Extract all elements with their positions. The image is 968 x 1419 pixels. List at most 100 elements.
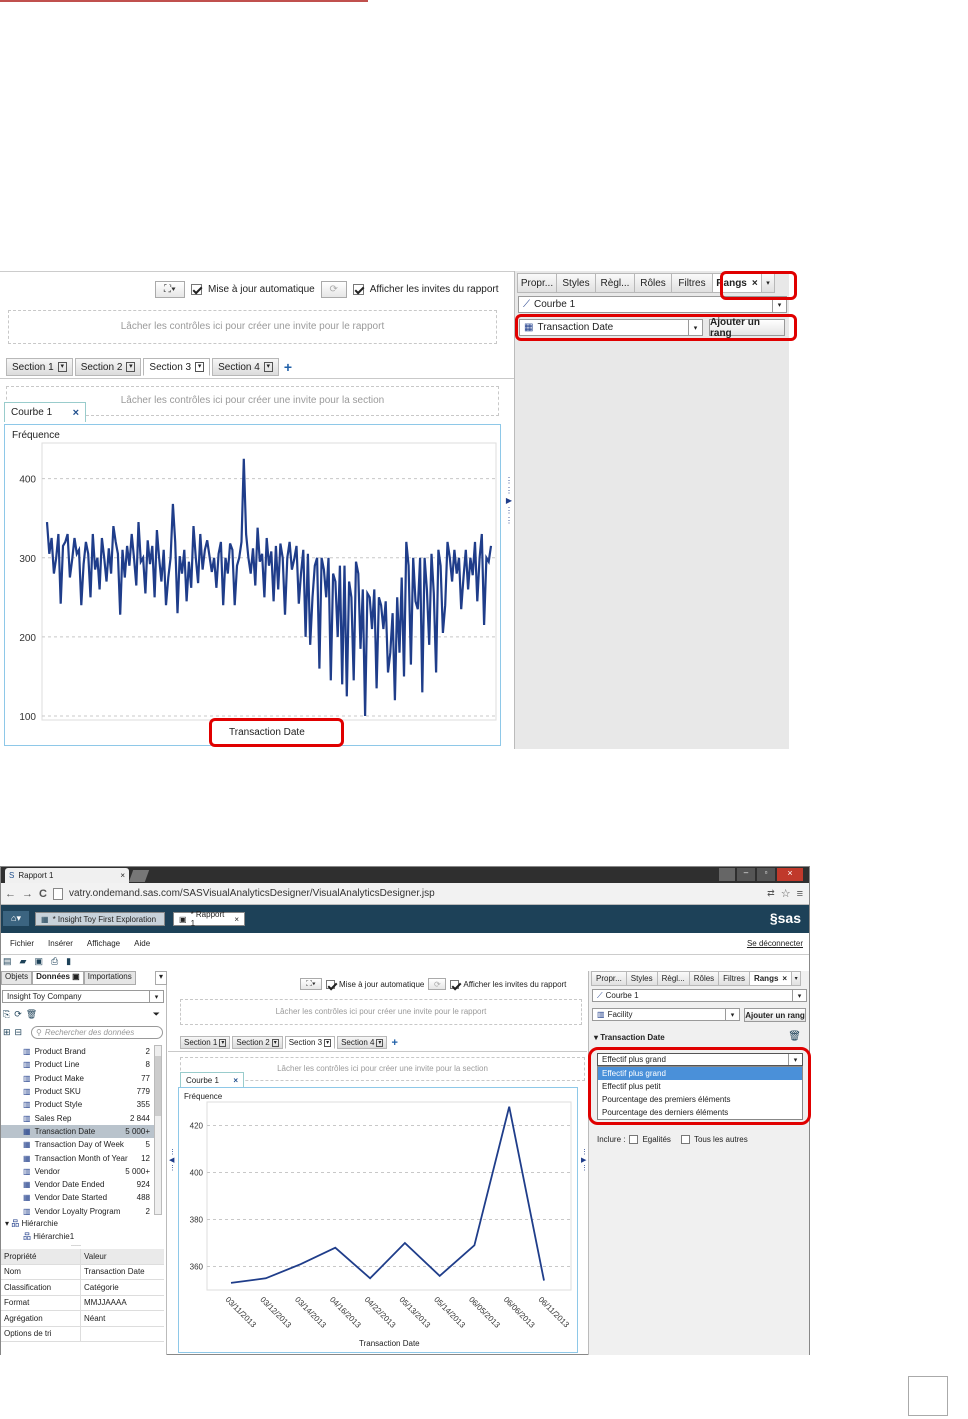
- tab-menu-icon[interactable]: ▾: [195, 362, 205, 372]
- tab-section-2[interactable]: Section 2 ▾: [232, 1036, 283, 1049]
- tab-filters[interactable]: Filtres: [671, 273, 713, 293]
- hierarchy-node[interactable]: ▾ 品 Hiérarchie: [5, 1218, 58, 1229]
- tab-menu-icon[interactable]: ▾: [126, 362, 136, 372]
- add-section-icon[interactable]: +: [391, 1037, 397, 1049]
- star-icon[interactable]: ☆: [781, 887, 791, 900]
- menu-help[interactable]: Aide: [134, 939, 150, 948]
- auto-update-checkbox[interactable]: [191, 283, 202, 295]
- tab-menu-icon[interactable]: ▾: [324, 1038, 332, 1047]
- close-icon[interactable]: ×: [120, 871, 125, 880]
- data-item[interactable]: ▥ Product Style 355: [1, 1098, 154, 1111]
- tab-section-3[interactable]: Section 3 ▾: [284, 1036, 336, 1049]
- tab-section-1[interactable]: Section 1 ▾: [180, 1036, 231, 1049]
- hierarchy-item[interactable]: 品 Hiérarchie1: [23, 1231, 74, 1242]
- tab-menu-icon[interactable]: ▾: [219, 1038, 227, 1047]
- tab-roles[interactable]: Rôles: [688, 971, 720, 986]
- tab-menu-icon[interactable]: ▣: [72, 972, 80, 981]
- tab-menu-icon[interactable]: ▾: [271, 1038, 279, 1047]
- tab-menu-icon[interactable]: ▾: [376, 1038, 384, 1047]
- auto-update-checkbox[interactable]: [326, 979, 335, 989]
- property-value[interactable]: Néant: [81, 1314, 105, 1323]
- filter-icon[interactable]: ⏷: [153, 1009, 160, 1020]
- tab-section-2[interactable]: Section 2 ▾: [74, 358, 142, 376]
- property-value[interactable]: MMJJAAAA: [81, 1298, 127, 1307]
- tab-ranks[interactable]: Rangs ×: [748, 971, 793, 986]
- tab-section-1[interactable]: Section 1 ▾: [6, 358, 73, 376]
- close-icon[interactable]: ×: [234, 915, 239, 924]
- property-value[interactable]: Catégorie: [81, 1283, 119, 1292]
- data-item[interactable]: ▦ Transaction Month of Year 12: [1, 1151, 154, 1164]
- data-item[interactable]: ▥ Product Brand 2: [1, 1045, 154, 1058]
- tab-filters[interactable]: Filtres: [718, 971, 750, 986]
- reload-icon[interactable]: C: [39, 888, 47, 900]
- property-value[interactable]: Transaction Date: [81, 1267, 145, 1276]
- tabs-overflow-button[interactable]: ▾: [791, 971, 802, 986]
- splitter-left[interactable]: ⋮ ◀ ⋮: [169, 1149, 176, 1173]
- delete-icon[interactable]: 🗑: [26, 1009, 37, 1020]
- object-select[interactable]: ⟋ Courbe 1 ▾: [592, 989, 807, 1002]
- home-button[interactable]: ⌂▾: [3, 911, 29, 926]
- data-item[interactable]: ▦ Transaction Date 5 000+: [1, 1124, 154, 1139]
- app-tab-report[interactable]: ▣ * Rapport 1 ×: [173, 910, 245, 928]
- menu-icon[interactable]: ≡: [797, 888, 803, 900]
- tabs-overflow-button[interactable]: ▾: [155, 971, 167, 985]
- refresh-icon[interactable]: ⟳: [14, 1009, 22, 1020]
- add-section-icon[interactable]: +: [284, 359, 292, 375]
- translate-icon[interactable]: ⇄: [767, 888, 775, 899]
- close-icon[interactable]: ×: [233, 1076, 238, 1085]
- tab-data[interactable]: Données ▣: [32, 971, 84, 985]
- tab-section-3[interactable]: Section 3 ▾: [143, 358, 211, 376]
- data-item[interactable]: ▦ Vendor Date Started 488: [1, 1191, 154, 1204]
- open-icon[interactable]: ▰: [20, 956, 27, 967]
- data-item[interactable]: ▦ Vendor Date Ended 924: [1, 1178, 154, 1191]
- close-icon[interactable]: ×: [73, 407, 79, 419]
- preview-icon[interactable]: ▮: [66, 956, 71, 967]
- report-prompt-dropzone[interactable]: Lâcher les contrôles ici pour créer une …: [8, 310, 497, 344]
- forward-icon[interactable]: →: [22, 888, 33, 900]
- close-window-icon[interactable]: ×: [777, 868, 803, 881]
- tab-section-4[interactable]: Section 4 ▾: [212, 358, 279, 376]
- tab-styles[interactable]: Styles: [556, 273, 596, 293]
- menu-view[interactable]: Affichage: [87, 939, 120, 948]
- new-tab-button[interactable]: [128, 870, 150, 882]
- tab-menu-icon[interactable]: ▾: [57, 362, 67, 372]
- tab-imports[interactable]: Importations: [83, 971, 136, 985]
- data-item[interactable]: ▦ Transaction Day of Week 5: [1, 1138, 154, 1151]
- search-box[interactable]: ⚲ Rechercher des données: [31, 1026, 163, 1039]
- splitter-right[interactable]: ⋮ ▶ ⋮: [581, 1149, 588, 1173]
- tab-section-4[interactable]: Section 4 ▾: [337, 1036, 388, 1049]
- report-prompt-dropzone[interactable]: Lâcher les contrôles ici pour créer une …: [180, 999, 582, 1025]
- print-icon[interactable]: ⎙: [51, 956, 58, 967]
- refresh-icon[interactable]: ⟳: [320, 280, 347, 298]
- object-tab[interactable]: Courbe 1 ×: [180, 1072, 244, 1087]
- data-item[interactable]: ▥ Product Line 8: [1, 1058, 154, 1071]
- tab-objects[interactable]: Objets: [1, 971, 33, 985]
- fit-mode-button[interactable]: ⛶▾: [300, 978, 322, 990]
- fit-mode-button[interactable]: ⛶▾: [155, 280, 185, 298]
- url-field[interactable]: vatry.ondemand.sas.com/SASVisualAnalytic…: [69, 888, 435, 899]
- tab-roles[interactable]: Rôles: [634, 273, 672, 293]
- new-report-icon[interactable]: ▤: [3, 956, 12, 967]
- close-icon[interactable]: ×: [782, 974, 787, 983]
- ties-checkbox[interactable]: [629, 1135, 639, 1144]
- tree-scrollbar[interactable]: [154, 1045, 162, 1215]
- trash-icon[interactable]: 🗑: [788, 1031, 801, 1042]
- add-rank-button[interactable]: Ajouter un rang: [744, 1008, 806, 1022]
- tab-rules[interactable]: Règl...: [656, 971, 690, 986]
- tab-properties[interactable]: Propr...: [591, 971, 627, 986]
- field-select[interactable]: ▥ Facility ▾: [592, 1008, 740, 1021]
- tab-rules[interactable]: Règl...: [595, 273, 635, 293]
- app-tab-exploration[interactable]: ▦ * Insight Toy First Exploration: [35, 912, 165, 926]
- rank-header[interactable]: ▾ Transaction Date: [594, 1033, 665, 1042]
- logout-link[interactable]: Se déconnecter: [747, 939, 803, 948]
- data-item[interactable]: ▥ Sales Rep 2 844: [1, 1111, 154, 1124]
- minimize-icon[interactable]: –: [737, 868, 755, 881]
- new-item-icon[interactable]: ⎘: [3, 1009, 10, 1020]
- data-item[interactable]: ▥ Product Make 77: [1, 1072, 154, 1085]
- user-icon[interactable]: [719, 868, 735, 881]
- data-item[interactable]: ▥ Product SKU 779: [1, 1085, 154, 1098]
- object-tab[interactable]: Courbe 1 ×: [4, 402, 86, 422]
- splitter[interactable]: ⋮ ⋮ ▶ ⋮ ⋮: [505, 476, 513, 546]
- save-icon[interactable]: ▣: [34, 956, 43, 967]
- back-icon[interactable]: ←: [5, 888, 16, 900]
